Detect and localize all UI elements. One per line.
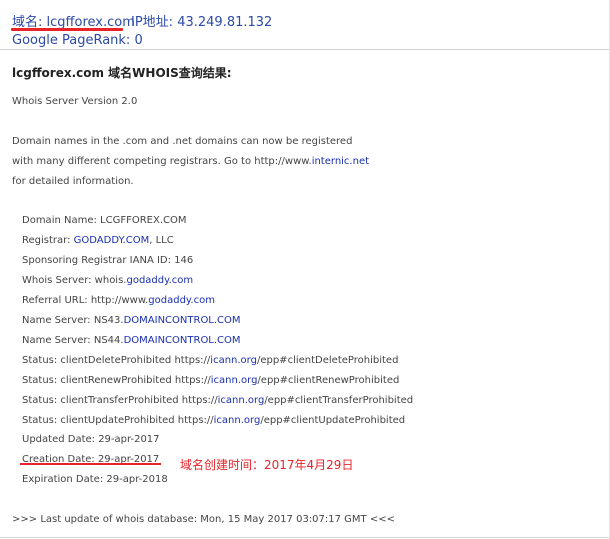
registrar-link[interactable]: GODADDY.COM — [74, 235, 150, 246]
intro-line-2-text: with many different competing registrars… — [12, 156, 312, 167]
server-version: Whois Server Version 2.0 — [12, 96, 138, 107]
record-status-renew: Status: clientRenewProhibited https://ic… — [22, 375, 399, 386]
name-server-1-link[interactable]: DOMAINCONTROL.COM — [124, 315, 241, 326]
status-renew-suffix: /epp#clientRenewProhibited — [257, 375, 400, 386]
record-name-server-2: Name Server: NS44.DOMAINCONTROL.COM — [22, 335, 241, 346]
name-server-2-label: Name Server: NS44. — [22, 335, 124, 346]
status-transfer-suffix: /epp#clientTransferProhibited — [264, 395, 414, 406]
whois-server-label: Whois Server: whois. — [22, 275, 127, 286]
pagerank: Google PageRank: 0 — [12, 33, 143, 48]
creation-annotation: 域名创建时间：2017年4月29日 — [180, 458, 354, 472]
name-server-2-link[interactable]: DOMAINCONTROL.COM — [124, 335, 241, 346]
domain-underline — [11, 28, 123, 31]
registrar-suffix: , LLC — [149, 235, 174, 246]
ip-value: 43.249.81.132 — [177, 15, 273, 30]
status-transfer-link[interactable]: icann.org — [218, 395, 265, 406]
status-delete-label: Status: clientDeleteProhibited https:// — [22, 355, 211, 366]
last-update-footer: >>> Last update of whois database: Mon, … — [12, 514, 395, 525]
header-divider — [0, 49, 610, 50]
record-registrar: Registrar: GODADDY.COM, LLC — [22, 235, 174, 246]
status-update-suffix: /epp#clientUpdateProhibited — [260, 415, 406, 426]
status-delete-link[interactable]: icann.org — [210, 355, 257, 366]
record-iana-id: Sponsoring Registrar IANA ID: 146 — [22, 255, 194, 266]
record-expiration-date: Expiration Date: 29-apr-2018 — [22, 474, 168, 485]
referral-link[interactable]: godaddy.com — [148, 295, 215, 306]
whois-server-link[interactable]: godaddy.com — [126, 275, 193, 286]
intro-line-1: Domain names in the .com and .net domain… — [12, 136, 353, 147]
record-status-delete: Status: clientDeleteProhibited https://i… — [22, 355, 398, 366]
intro-line-2: with many different competing registrars… — [12, 156, 369, 167]
status-renew-label: Status: clientRenewProhibited https:// — [22, 375, 211, 386]
status-renew-link[interactable]: icann.org — [211, 375, 258, 386]
record-updated-date: Updated Date: 29-apr-2017 — [22, 434, 160, 445]
record-domain-name: Domain Name: LCGFFOREX.COM — [22, 215, 187, 226]
record-name-server-1: Name Server: NS43.DOMAINCONTROL.COM — [22, 315, 241, 326]
bottom-divider — [0, 537, 610, 538]
page-title: lcgfforex.com 域名WHOIS查询结果: — [12, 66, 232, 80]
creation-date-underline — [20, 463, 161, 465]
record-status-transfer: Status: clientTransferProhibited https:/… — [22, 395, 413, 406]
status-update-link[interactable]: icann.org — [214, 415, 261, 426]
status-transfer-label: Status: clientTransferProhibited https:/… — [22, 395, 218, 406]
status-delete-suffix: /epp#clientDeleteProhibited — [256, 355, 399, 366]
registrar-label: Registrar: — [22, 235, 74, 246]
name-server-1-label: Name Server: NS43. — [22, 315, 124, 326]
record-whois-server: Whois Server: whois.godaddy.com — [22, 275, 193, 286]
internic-link[interactable]: internic.net — [312, 156, 369, 167]
intro-line-3: for detailed information. — [12, 176, 134, 187]
status-update-label: Status: clientUpdateProhibited https:// — [22, 415, 214, 426]
ip-header: IP地址: 43.249.81.132 — [131, 11, 272, 30]
referral-label: Referral URL: http://www. — [22, 295, 149, 306]
record-referral-url: Referral URL: http://www.godaddy.com — [22, 295, 215, 306]
record-status-update: Status: clientUpdateProhibited https://i… — [22, 415, 405, 426]
ip-label: IP地址: — [131, 15, 174, 30]
